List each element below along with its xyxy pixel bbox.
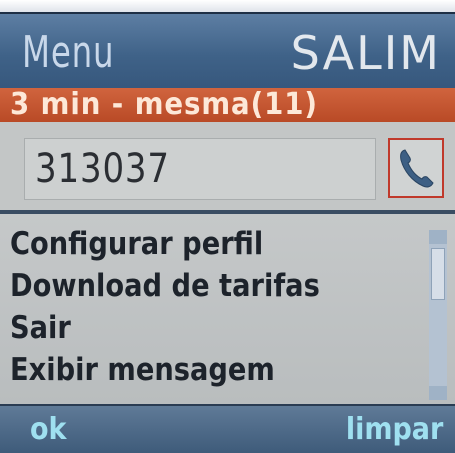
scroll-down-arrow-icon[interactable]: [429, 386, 447, 400]
menu-item-exibir-mensagem[interactable]: Exibir mensagem: [10, 348, 371, 392]
menu-item-sair[interactable]: Sair: [10, 306, 371, 350]
menu-item-download-tarifas[interactable]: Download de tarifas: [10, 264, 371, 308]
phone-screen: Menu SALIM 3 min - mesma(11) 313037 Conf…: [0, 0, 455, 453]
menu-title: Menu: [22, 27, 115, 78]
scrollbar[interactable]: [429, 230, 447, 400]
header-bar: Menu SALIM: [0, 12, 455, 90]
status-text: 3 min - mesma(11): [10, 87, 318, 122]
scroll-up-arrow-icon[interactable]: [429, 230, 447, 244]
clear-softkey[interactable]: limpar: [345, 406, 443, 453]
menu-list: Configurar perfil Download de tarifas Sa…: [0, 210, 455, 404]
menu-item-configurar-perfil[interactable]: Configurar perfil: [10, 222, 371, 266]
status-bar: 3 min - mesma(11): [0, 88, 455, 122]
brand-logo: SALIM: [290, 26, 441, 80]
scrollbar-thumb[interactable]: [431, 248, 445, 300]
top-bezel: [0, 0, 455, 12]
phone-number-value: 313037: [35, 146, 170, 192]
phone-number-field[interactable]: 313037: [24, 138, 376, 200]
phone-handset-icon: [400, 149, 434, 188]
dial-area: 313037: [0, 122, 455, 210]
ok-softkey[interactable]: ok: [30, 406, 67, 453]
softkey-bar: ok limpar: [0, 404, 455, 453]
call-button[interactable]: [388, 138, 444, 198]
